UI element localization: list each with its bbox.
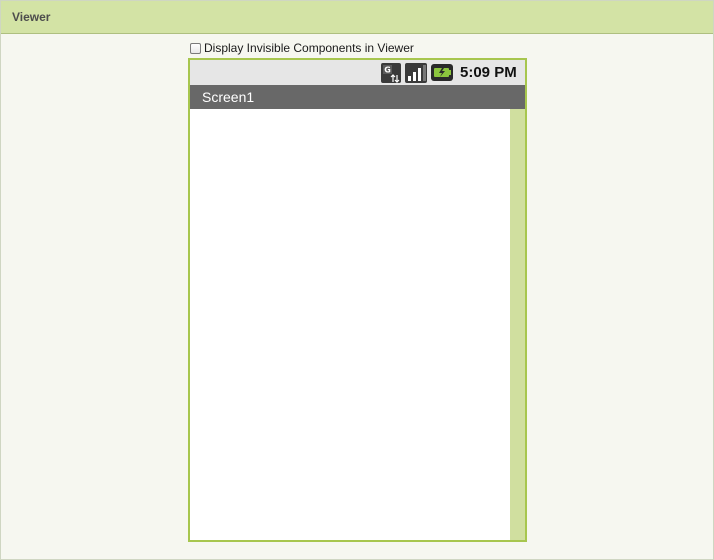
viewer-panel: Viewer Display Invisible Components in V… — [0, 0, 714, 560]
battery-icon — [431, 64, 453, 81]
display-invisible-label[interactable]: Display Invisible Components in Viewer — [204, 41, 414, 55]
panel-title: Viewer — [12, 10, 51, 24]
signal-strength-icon — [405, 63, 427, 83]
screen-title-bar: Screen1 — [190, 85, 525, 109]
status-time: 5:09 PM — [460, 64, 517, 81]
screen-title: Screen1 — [202, 89, 255, 105]
svg-text:G: G — [384, 66, 391, 75]
phone-preview: G 5:09 PM Screen1 — [188, 58, 527, 542]
display-invisible-option[interactable]: Display Invisible Components in Viewer — [190, 41, 414, 55]
panel-header: Viewer — [1, 1, 713, 34]
data-transfer-icon: G — [381, 63, 401, 83]
phone-status-bar: G 5:09 PM — [190, 60, 525, 85]
screen-scrollbar[interactable] — [510, 109, 525, 540]
display-invisible-checkbox[interactable] — [190, 42, 201, 54]
screen-canvas[interactable] — [190, 109, 510, 540]
